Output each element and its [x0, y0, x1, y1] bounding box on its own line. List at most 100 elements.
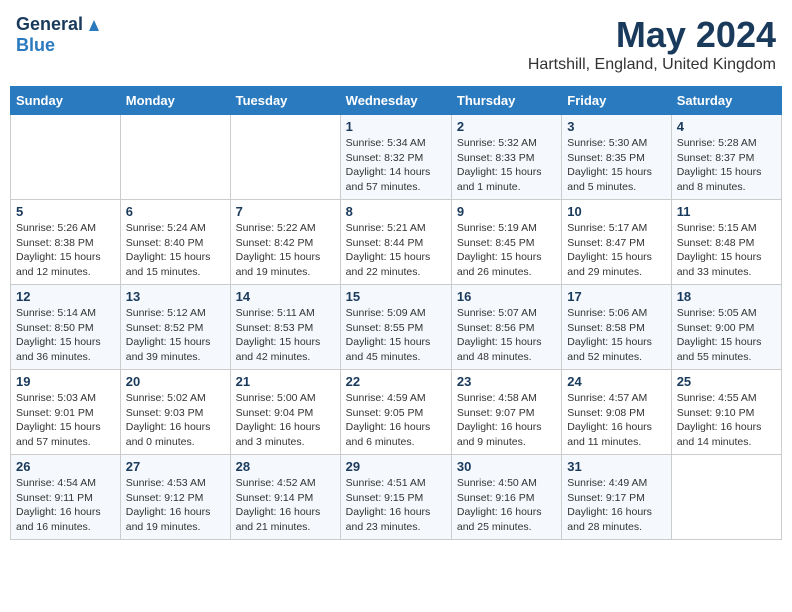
- logo-triangle-icon: [85, 15, 103, 33]
- col-header-wednesday: Wednesday: [340, 87, 451, 115]
- day-number: 30: [457, 459, 556, 474]
- day-number: 11: [677, 204, 776, 219]
- col-header-sunday: Sunday: [11, 87, 121, 115]
- day-info: Sunrise: 4:54 AM Sunset: 9:11 PM Dayligh…: [16, 476, 115, 535]
- calendar-cell: 2 Sunrise: 5:32 AM Sunset: 8:33 PM Daylig…: [451, 115, 561, 200]
- calendar-header-row: SundayMondayTuesdayWednesdayThursdayFrid…: [11, 87, 782, 115]
- calendar-cell: 10 Sunrise: 5:17 AM Sunset: 8:47 PM Dayli…: [562, 200, 671, 285]
- calendar-cell: [230, 115, 340, 200]
- logo-general-text: General: [16, 14, 83, 35]
- day-info: Sunrise: 5:05 AM Sunset: 9:00 PM Dayligh…: [677, 306, 776, 365]
- calendar-cell: 7Sunrise: 5:22 AM Sunset: 8:42 PM Daylig…: [230, 200, 340, 285]
- day-number: 22: [346, 374, 446, 389]
- day-info: Sunrise: 4:53 AM Sunset: 9:12 PM Dayligh…: [126, 476, 225, 535]
- day-info: Sunrise: 5:07 AM Sunset: 8:56 PM Dayligh…: [457, 306, 556, 365]
- col-header-thursday: Thursday: [451, 87, 561, 115]
- day-info: Sunrise: 4:59 AM Sunset: 9:05 PM Dayligh…: [346, 391, 446, 450]
- day-info: Sunrise: 5:32 AM Sunset: 8:33 PM Dayligh…: [457, 136, 556, 195]
- day-info: Sunrise: 4:52 AM Sunset: 9:14 PM Dayligh…: [236, 476, 335, 535]
- day-info: Sunrise: 4:51 AM Sunset: 9:15 PM Dayligh…: [346, 476, 446, 535]
- calendar-cell: 1 Sunrise: 5:34 AM Sunset: 8:32 PM Daylig…: [340, 115, 451, 200]
- day-info: Sunrise: 5:03 AM Sunset: 9:01 PM Dayligh…: [16, 391, 115, 450]
- calendar-cell: 6Sunrise: 5:24 AM Sunset: 8:40 PM Daylig…: [120, 200, 230, 285]
- day-number: 19: [16, 374, 115, 389]
- day-number: 3: [567, 119, 665, 134]
- day-info: Sunrise: 5:34 AM Sunset: 8:32 PM Dayligh…: [346, 136, 446, 195]
- day-number: 5: [16, 204, 115, 219]
- day-info: Sunrise: 5:06 AM Sunset: 8:58 PM Dayligh…: [567, 306, 665, 365]
- day-info: Sunrise: 4:58 AM Sunset: 9:07 PM Dayligh…: [457, 391, 556, 450]
- calendar-cell: 13 Sunrise: 5:12 AM Sunset: 8:52 PM Dayli…: [120, 285, 230, 370]
- day-number: 4: [677, 119, 776, 134]
- day-number: 10: [567, 204, 665, 219]
- day-number: 14: [236, 289, 335, 304]
- calendar-cell: 23Sunrise: 4:58 AM Sunset: 9:07 PM Dayli…: [451, 370, 561, 455]
- day-info: Sunrise: 4:49 AM Sunset: 9:17 PM Dayligh…: [567, 476, 665, 535]
- calendar-cell: 22 Sunrise: 4:59 AM Sunset: 9:05 PM Dayli…: [340, 370, 451, 455]
- day-info: Sunrise: 5:11 AM Sunset: 8:53 PM Dayligh…: [236, 306, 335, 365]
- calendar-table: SundayMondayTuesdayWednesdayThursdayFrid…: [10, 86, 782, 540]
- day-number: 27: [126, 459, 225, 474]
- calendar-cell: 24Sunrise: 4:57 AM Sunset: 9:08 PM Dayli…: [562, 370, 671, 455]
- day-number: 6: [126, 204, 225, 219]
- calendar-cell: 8 Sunrise: 5:21 AM Sunset: 8:44 PM Daylig…: [340, 200, 451, 285]
- calendar-cell: 15Sunrise: 5:09 AM Sunset: 8:55 PM Dayli…: [340, 285, 451, 370]
- calendar-cell: 27 Sunrise: 4:53 AM Sunset: 9:12 PM Dayli…: [120, 455, 230, 540]
- calendar-cell: 9 Sunrise: 5:19 AM Sunset: 8:45 PM Daylig…: [451, 200, 561, 285]
- day-number: 1: [346, 119, 446, 134]
- calendar-cell: 31Sunrise: 4:49 AM Sunset: 9:17 PM Dayli…: [562, 455, 671, 540]
- title-block: May 2024 Hartshill, England, United King…: [528, 14, 776, 74]
- calendar-cell: [11, 115, 121, 200]
- day-number: 13: [126, 289, 225, 304]
- day-number: 17: [567, 289, 665, 304]
- day-info: Sunrise: 4:50 AM Sunset: 9:16 PM Dayligh…: [457, 476, 556, 535]
- calendar-cell: 19 Sunrise: 5:03 AM Sunset: 9:01 PM Dayli…: [11, 370, 121, 455]
- calendar-cell: [671, 455, 781, 540]
- calendar-cell: 29 Sunrise: 4:51 AM Sunset: 9:15 PM Dayli…: [340, 455, 451, 540]
- calendar-week-row: 19 Sunrise: 5:03 AM Sunset: 9:01 PM Dayli…: [11, 370, 782, 455]
- day-number: 29: [346, 459, 446, 474]
- day-info: Sunrise: 5:17 AM Sunset: 8:47 PM Dayligh…: [567, 221, 665, 280]
- calendar-cell: 25Sunrise: 4:55 AM Sunset: 9:10 PM Dayli…: [671, 370, 781, 455]
- day-info: Sunrise: 5:15 AM Sunset: 8:48 PM Dayligh…: [677, 221, 776, 280]
- col-header-monday: Monday: [120, 87, 230, 115]
- col-header-friday: Friday: [562, 87, 671, 115]
- calendar-cell: 20Sunrise: 5:02 AM Sunset: 9:03 PM Dayli…: [120, 370, 230, 455]
- day-number: 12: [16, 289, 115, 304]
- day-info: Sunrise: 5:30 AM Sunset: 8:35 PM Dayligh…: [567, 136, 665, 195]
- calendar-cell: 12Sunrise: 5:14 AM Sunset: 8:50 PM Dayli…: [11, 285, 121, 370]
- day-info: Sunrise: 5:21 AM Sunset: 8:44 PM Dayligh…: [346, 221, 446, 280]
- day-number: 25: [677, 374, 776, 389]
- calendar-cell: 17 Sunrise: 5:06 AM Sunset: 8:58 PM Dayli…: [562, 285, 671, 370]
- day-info: Sunrise: 5:00 AM Sunset: 9:04 PM Dayligh…: [236, 391, 335, 450]
- calendar-week-row: 1 Sunrise: 5:34 AM Sunset: 8:32 PM Daylig…: [11, 115, 782, 200]
- calendar-cell: 30 Sunrise: 4:50 AM Sunset: 9:16 PM Dayli…: [451, 455, 561, 540]
- day-info: Sunrise: 5:02 AM Sunset: 9:03 PM Dayligh…: [126, 391, 225, 450]
- logo-blue-text: Blue: [16, 35, 55, 56]
- day-number: 8: [346, 204, 446, 219]
- calendar-cell: 21Sunrise: 5:00 AM Sunset: 9:04 PM Dayli…: [230, 370, 340, 455]
- calendar-week-row: 26 Sunrise: 4:54 AM Sunset: 9:11 PM Dayli…: [11, 455, 782, 540]
- day-number: 7: [236, 204, 335, 219]
- calendar-cell: [120, 115, 230, 200]
- col-header-saturday: Saturday: [671, 87, 781, 115]
- calendar-cell: 28Sunrise: 4:52 AM Sunset: 9:14 PM Dayli…: [230, 455, 340, 540]
- calendar-cell: 4 Sunrise: 5:28 AM Sunset: 8:37 PM Daylig…: [671, 115, 781, 200]
- day-number: 18: [677, 289, 776, 304]
- location-text: Hartshill, England, United Kingdom: [528, 56, 776, 74]
- day-number: 24: [567, 374, 665, 389]
- calendar-cell: 16 Sunrise: 5:07 AM Sunset: 8:56 PM Dayli…: [451, 285, 561, 370]
- logo: General Blue: [16, 14, 103, 56]
- day-number: 15: [346, 289, 446, 304]
- day-info: Sunrise: 5:19 AM Sunset: 8:45 PM Dayligh…: [457, 221, 556, 280]
- day-info: Sunrise: 5:12 AM Sunset: 8:52 PM Dayligh…: [126, 306, 225, 365]
- calendar-week-row: 12Sunrise: 5:14 AM Sunset: 8:50 PM Dayli…: [11, 285, 782, 370]
- calendar-cell: 3 Sunrise: 5:30 AM Sunset: 8:35 PM Daylig…: [562, 115, 671, 200]
- page-header: General Blue May 2024 Hartshill, England…: [10, 10, 782, 78]
- day-number: 26: [16, 459, 115, 474]
- day-number: 16: [457, 289, 556, 304]
- day-number: 9: [457, 204, 556, 219]
- day-number: 2: [457, 119, 556, 134]
- day-info: Sunrise: 5:28 AM Sunset: 8:37 PM Dayligh…: [677, 136, 776, 195]
- calendar-week-row: 5Sunrise: 5:26 AM Sunset: 8:38 PM Daylig…: [11, 200, 782, 285]
